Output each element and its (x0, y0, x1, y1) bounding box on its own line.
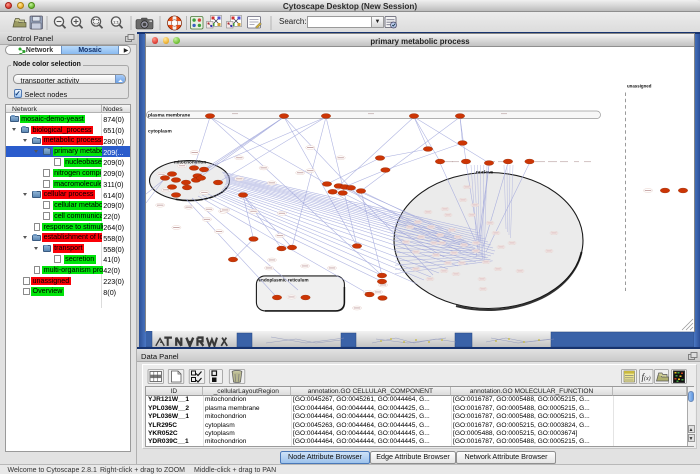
svg-text:cytoplasm: cytoplasm (148, 129, 172, 135)
svg-text:plasma membrane: plasma membrane (148, 113, 190, 119)
svg-text:nucleus: nucleus (476, 170, 494, 175)
svg-text:unassigned: unassigned (627, 84, 652, 89)
svg-text:endoplasmic reticulum: endoplasmic reticulum (259, 278, 309, 283)
svg-text:mitochondrion: mitochondrion (174, 160, 206, 165)
svg-text:1:1: 1:1 (113, 19, 120, 24)
